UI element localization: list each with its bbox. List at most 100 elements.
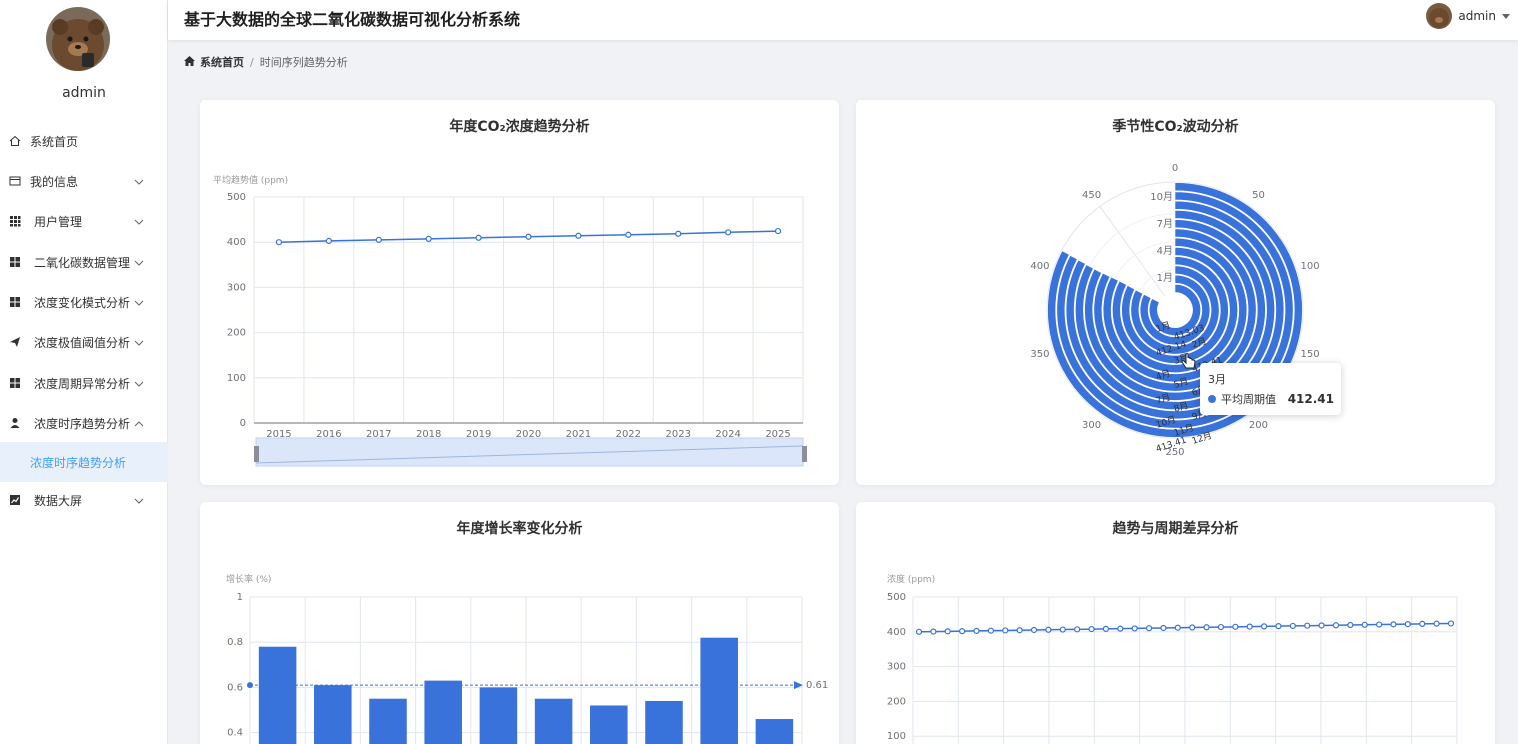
seasonal-polar-chart[interactable]: 0501001502002503003504004501月4月7月10月1月 41… [856,100,1495,485]
grid-icon [8,295,22,309]
y-tick-label: 0.8 [227,637,243,648]
sidebar-item-home[interactable]: 系统首页 [0,121,168,161]
sidebar-item-label: 系统首页 [30,134,79,149]
y-tick-label: 500 [227,192,246,203]
data-point [1217,623,1225,631]
data-point [1318,622,1325,629]
chart-tooltip: 3月 平均周期值 412.41 [1200,363,1341,415]
home-icon [8,134,22,148]
data-point [1347,621,1354,629]
y-axis-name: 增长率 (%) [226,573,271,585]
y-tick-label: 300 [887,662,906,673]
trend-cycle-card: 趋势与周期差异分析 浓度 (ppm) 100 200 300 400 500 [856,502,1495,744]
y-tick-label: 200 [887,696,906,707]
chevron-down-icon [134,376,144,390]
datazoom-handle-right [802,446,807,462]
radius-tick-label: 7月 [1157,218,1173,230]
y-tick-label: 0.6 [227,682,243,693]
sidebar-item-data-screen[interactable]: 数据大屏 [0,480,168,520]
sidebar-item-label: 我的信息 [30,174,79,189]
data-point [987,627,994,634]
data-point [1433,620,1440,627]
sidebar-item-co2-data-management[interactable]: 二氧化碳数据管理 [0,242,168,282]
data-point [774,227,782,235]
y-tick-label: 200 [227,328,246,339]
send-icon [8,335,22,349]
angle-tick-label: 350 [1030,349,1049,360]
breadcrumb-home-label: 系统首页 [200,56,244,69]
data-point [959,628,966,635]
markline-label: 0.61 [806,680,828,691]
data-point [1275,623,1282,630]
data-point [275,239,283,246]
breadcrumb: 系统首页 / 时间序列趋势分析 [184,54,348,70]
chevron-up-icon [134,416,144,430]
data-point [1016,627,1023,634]
sidebar-subitem-label: 浓度时序趋势分析 [30,455,127,470]
caret-down-icon [1502,9,1510,23]
data-point [1390,621,1397,628]
sidebar-item-label: 浓度变化模式分析 [34,295,131,310]
data-point [1088,625,1095,633]
grid-icon [8,214,22,228]
data-point [1160,624,1167,632]
data-point [1203,624,1210,631]
hand-cursor-icon [1181,352,1196,369]
y-tick-label: 1 [237,592,243,603]
radius-tick-label: 10月 [1150,191,1173,203]
data-point [625,231,632,238]
data-point [675,230,682,237]
data-point [475,234,482,241]
data-point [973,627,980,634]
sidebar-item-cycle-anomaly[interactable]: 浓度周期异常分析 [0,363,168,403]
data-point [1404,621,1411,628]
tooltip-value: 412.41 [1287,392,1334,406]
home-icon [184,55,195,69]
sidebar-item-pattern-analysis[interactable]: 浓度变化模式分析 [0,282,168,322]
seasonal-card: 季节性CO₂波动分析 0 50 100 150 200 250 300 350 400 450 1月… [856,100,1495,485]
y-tick-label: 500 [887,592,906,603]
data-point [1419,620,1426,628]
sidebar-item-threshold-analysis[interactable]: 浓度极值阈值分析 [0,322,168,362]
annual-trend-card: 年度CO₂浓度趋势分析 平均趋势值 (ppm) 0 100 200 300 400 500… [200,100,839,485]
card-icon [8,174,22,188]
angle-tick-label: 300 [1082,420,1101,431]
avatar[interactable] [46,7,110,71]
tooltip-series-name: 平均周期值 [1221,393,1276,406]
angle-tick-label: 100 [1301,261,1320,272]
sidebar-item-my-info[interactable]: 我的信息 [0,161,168,201]
bar [258,646,297,744]
y-tick-label: 100 [227,373,246,384]
header-username: admin [1458,9,1496,23]
y-tick-label: 0.4 [227,728,243,739]
data-point [1232,623,1239,630]
chevron-down-icon [134,174,144,188]
breadcrumb-home[interactable]: 系统首页 [184,54,244,70]
data-point [725,229,732,236]
data-point [1447,620,1455,627]
sidebar-item-user-management[interactable]: 用户管理 [0,201,168,241]
data-point [930,628,937,635]
data-point [1246,623,1253,630]
data-point [1002,627,1009,634]
avatar [1426,3,1453,29]
angle-tick-label: 200 [1249,420,1268,431]
data-point [1059,626,1066,633]
tooltip-title: 3月 [1208,373,1226,386]
bar [645,700,683,744]
y-axis-name: 平均趋势值 (ppm) [213,174,288,186]
data-point [1131,625,1138,632]
data-point [325,237,332,244]
data-point [1361,621,1368,628]
data-point [575,232,582,239]
angle-tick-label: 400 [1030,261,1049,272]
chevron-down-icon [134,493,144,507]
page-title: 基于大数据的全球二氧化碳数据可视化分析系统 [184,10,521,29]
sidebar-item-label: 二氧化碳数据管理 [34,255,131,270]
sidebar-item-label: 用户管理 [34,214,83,229]
sidebar-item-trend-analysis[interactable]: 浓度时序趋势分析 [0,403,168,443]
sidebar-subitem-trend-analysis[interactable]: 浓度时序趋势分析 [0,442,168,482]
user-menu[interactable]: admin [1426,3,1510,29]
data-point [425,235,432,243]
y-tick-label: 100 [887,731,906,742]
